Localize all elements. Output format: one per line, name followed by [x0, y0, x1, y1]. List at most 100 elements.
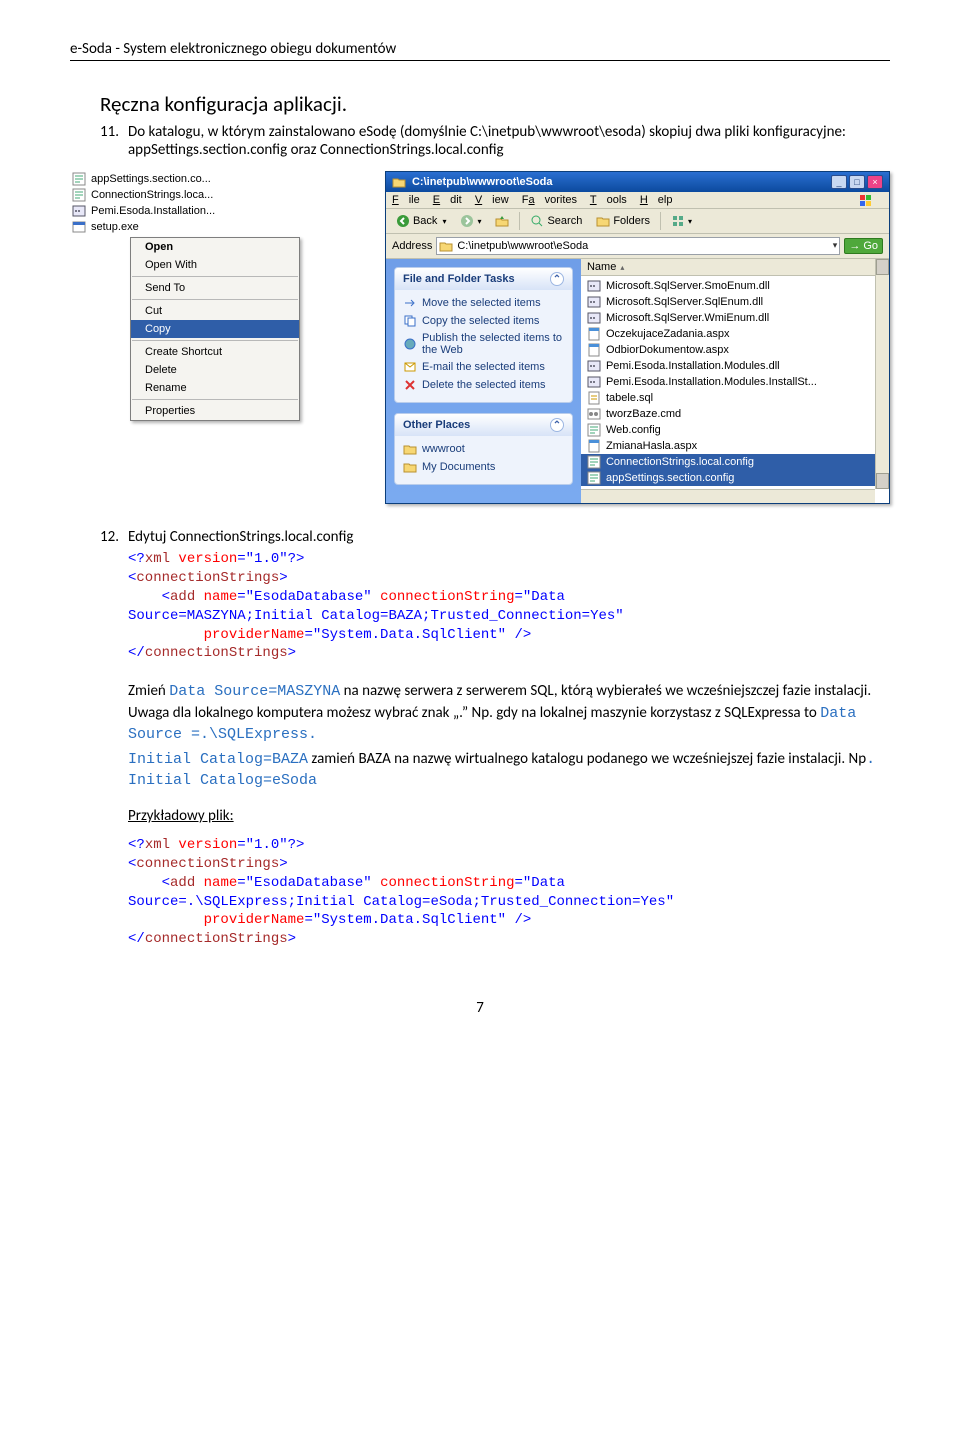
- menu-edit[interactable]: Edit: [433, 194, 462, 206]
- close-button[interactable]: ×: [867, 175, 883, 189]
- menu-tools[interactable]: Tools: [590, 194, 627, 206]
- left-file-name: setup.exe: [91, 221, 139, 233]
- address-dropdown[interactable]: ▾: [833, 240, 838, 251]
- file-name: Microsoft.SqlServer.WmiEnum.dll: [606, 312, 769, 324]
- ctx-sendto[interactable]: Send To: [131, 279, 299, 297]
- page-header: e-Soda - System elektronicznego obiegu d…: [70, 40, 890, 61]
- menu-view[interactable]: View: [475, 194, 509, 206]
- menubar: File Edit View Favorites Tools Help: [386, 192, 889, 209]
- search-button[interactable]: Search: [526, 212, 586, 230]
- file-row[interactable]: appSettings.section.config: [581, 470, 889, 486]
- ctx-shortcut[interactable]: Create Shortcut: [131, 343, 299, 361]
- side-places-box: Other Places ⌃ wwwroot My Documents: [394, 413, 573, 485]
- exe-icon: [72, 220, 86, 234]
- file-row[interactable]: tworzBaze.cmd: [581, 406, 889, 422]
- side-wwwroot[interactable]: wwwroot: [403, 440, 564, 458]
- file-row[interactable]: OdbiorDokumentow.aspx: [581, 342, 889, 358]
- folders-button[interactable]: Folders: [592, 212, 654, 230]
- file-row[interactable]: Microsoft.SqlServer.SmoEnum.dll: [581, 278, 889, 294]
- example-label: Przykładowy plik:: [128, 806, 890, 826]
- item-number-11: 11.: [100, 123, 128, 159]
- file-icon: [587, 471, 601, 485]
- context-menu: Open Open With Send To Cut Copy Create S…: [130, 237, 300, 421]
- side-move[interactable]: Move the selected items: [403, 294, 564, 312]
- file-name: ZmianaHasla.aspx: [606, 440, 697, 452]
- file-row[interactable]: Pemi.Esoda.Installation.Modules.dll: [581, 358, 889, 374]
- page-number: 7: [70, 999, 890, 1017]
- side-places-title: Other Places: [403, 419, 470, 431]
- search-icon: [530, 214, 544, 228]
- file-row[interactable]: ZmianaHasla.aspx: [581, 438, 889, 454]
- address-input[interactable]: [436, 237, 840, 255]
- back-button[interactable]: Back▾: [392, 212, 450, 230]
- file-name: appSettings.section.config: [606, 472, 734, 484]
- file-row[interactable]: tabele.sql: [581, 390, 889, 406]
- left-file-row[interactable]: setup.exe: [70, 219, 377, 235]
- globe-icon: [403, 337, 417, 351]
- go-button[interactable]: →Go: [844, 238, 883, 254]
- file-row[interactable]: Microsoft.SqlServer.WmiEnum.dll: [581, 310, 889, 326]
- file-icon: [587, 375, 601, 389]
- ctx-open[interactable]: Open: [131, 238, 299, 256]
- collapse-icon[interactable]: ⌃: [550, 272, 564, 286]
- side-copy[interactable]: Copy the selected items: [403, 312, 564, 330]
- left-file-name: appSettings.section.co...: [91, 173, 211, 185]
- collapse-icon[interactable]: ⌃: [550, 418, 564, 432]
- ctx-cut[interactable]: Cut: [131, 302, 299, 320]
- ctx-openwith[interactable]: Open With: [131, 256, 299, 274]
- ctx-copy[interactable]: Copy: [131, 320, 299, 338]
- config-icon: [72, 188, 86, 202]
- left-file-name: Pemi.Esoda.Installation...: [91, 205, 215, 217]
- maximize-button[interactable]: □: [849, 175, 865, 189]
- menu-file[interactable]: File: [392, 194, 420, 206]
- documents-icon: [403, 460, 417, 474]
- dll-icon: [72, 204, 86, 218]
- file-row[interactable]: Web.config: [581, 422, 889, 438]
- left-file-row[interactable]: appSettings.section.co...: [70, 171, 377, 187]
- file-icon: [587, 359, 601, 373]
- up-button[interactable]: [491, 212, 513, 230]
- side-tasks-box: File and Folder Tasks⌃ Move the selected…: [394, 267, 573, 403]
- file-name: ConnectionStrings.local.config: [606, 456, 754, 468]
- item-text-11: Do katalogu, w którym zainstalowano eSod…: [128, 123, 890, 159]
- file-icon: [587, 439, 601, 453]
- column-header[interactable]: Name▴: [581, 259, 889, 276]
- file-name: OdbiorDokumentow.aspx: [606, 344, 729, 356]
- file-row[interactable]: OczekujaceZadania.aspx: [581, 326, 889, 342]
- side-mydocs[interactable]: My Documents: [403, 458, 564, 476]
- left-file-row[interactable]: Pemi.Esoda.Installation...: [70, 203, 377, 219]
- file-row[interactable]: Pemi.Esoda.Installation.Modules.InstallS…: [581, 374, 889, 390]
- menu-favorites[interactable]: Favorites: [522, 194, 577, 206]
- ctx-properties[interactable]: Properties: [131, 402, 299, 420]
- file-name: tabele.sql: [606, 392, 653, 404]
- left-file-row[interactable]: ConnectionStrings.loca...: [70, 187, 377, 203]
- section-title: Ręczna konfiguracja aplikacji.: [100, 91, 890, 117]
- vertical-scrollbar[interactable]: [875, 259, 889, 489]
- views-button[interactable]: ▾: [667, 212, 696, 230]
- file-icon: [587, 295, 601, 309]
- paragraph-2: Initial Catalog=BAZA zamień BAZA na nazw…: [128, 749, 890, 792]
- mail-icon: [403, 360, 417, 374]
- minimize-button[interactable]: _: [831, 175, 847, 189]
- menu-help[interactable]: Help: [640, 194, 673, 206]
- file-icon: [587, 327, 601, 341]
- side-delete[interactable]: Delete the selected items: [403, 376, 564, 394]
- file-name: tworzBaze.cmd: [606, 408, 681, 420]
- ctx-delete[interactable]: Delete: [131, 361, 299, 379]
- file-row[interactable]: ConnectionStrings.local.config: [581, 454, 889, 470]
- file-icon: [587, 279, 601, 293]
- ctx-rename[interactable]: Rename: [131, 379, 299, 397]
- side-publish[interactable]: Publish the selected items to the Web: [403, 330, 564, 358]
- explorer-window: C:\inetpub\wwwroot\eSoda _ □ × File Edit…: [385, 171, 890, 504]
- forward-button[interactable]: ▾: [456, 212, 485, 230]
- titlebar[interactable]: C:\inetpub\wwwroot\eSoda _ □ ×: [386, 172, 889, 192]
- side-email[interactable]: E-mail the selected items: [403, 358, 564, 376]
- file-icon: [587, 311, 601, 325]
- file-icon: [587, 423, 601, 437]
- horizontal-scrollbar[interactable]: [581, 489, 875, 503]
- delete-icon: [403, 378, 417, 392]
- address-label: Address: [392, 240, 432, 252]
- window-title: C:\inetpub\wwwroot\eSoda: [412, 176, 825, 188]
- file-row[interactable]: Microsoft.SqlServer.SqlEnum.dll: [581, 294, 889, 310]
- folders-icon: [596, 214, 610, 228]
